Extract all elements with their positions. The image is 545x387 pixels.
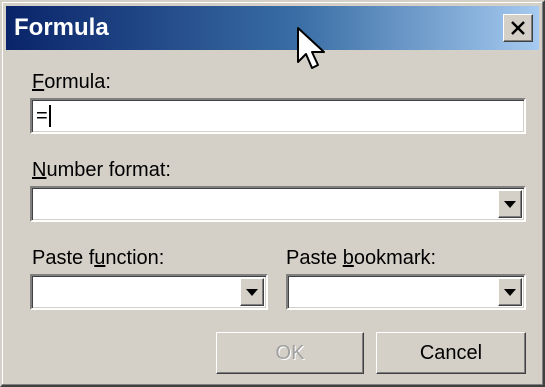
chevron-down-icon xyxy=(504,201,516,208)
close-button[interactable] xyxy=(503,14,533,42)
ok-button[interactable]: OK xyxy=(216,332,364,374)
paste-bookmark-label: Paste bookmark: xyxy=(286,247,437,269)
cancel-button[interactable]: Cancel xyxy=(376,332,526,374)
number-format-label: Number format: xyxy=(32,159,171,181)
formula-label: Formula: xyxy=(32,71,111,93)
paste-bookmark-dropdown-button[interactable] xyxy=(498,278,522,306)
dialog-title: Formula xyxy=(14,14,109,41)
formula-dialog: Formula Formula: = Number format: Paste … xyxy=(0,0,545,387)
paste-function-dropdown[interactable] xyxy=(30,274,268,310)
chevron-down-icon xyxy=(504,289,516,296)
paste-function-label: Paste function: xyxy=(32,247,165,269)
paste-function-dropdown-button[interactable] xyxy=(240,278,264,306)
mouse-pointer-icon xyxy=(297,27,325,69)
number-format-dropdown-button[interactable] xyxy=(498,190,522,218)
close-icon xyxy=(511,21,525,35)
paste-bookmark-dropdown[interactable] xyxy=(286,274,526,310)
formula-input-value: = xyxy=(36,105,48,127)
chevron-down-icon xyxy=(246,289,258,296)
formula-input[interactable]: = xyxy=(30,98,526,134)
text-caret xyxy=(49,105,51,127)
title-bar[interactable]: Formula xyxy=(6,6,539,50)
number-format-dropdown[interactable] xyxy=(30,186,526,222)
